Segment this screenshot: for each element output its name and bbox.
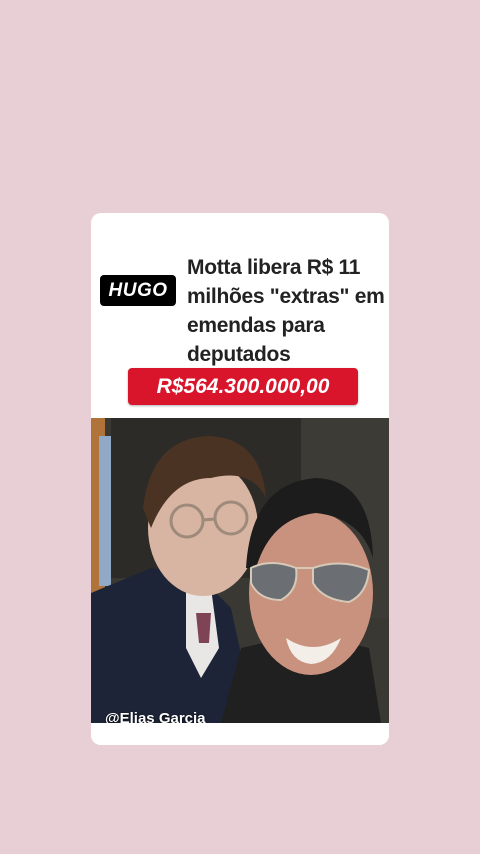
post-header: HUGO Motta libera R$ 11 milhões "extras"…: [91, 213, 389, 418]
post-photo[interactable]: @Elias Garcia: [91, 418, 389, 723]
post-card[interactable]: HUGO Motta libera R$ 11 milhões "extras"…: [91, 213, 389, 745]
headline: Motta libera R$ 11 milhões "extras" em e…: [187, 256, 385, 366]
card-footer: [91, 723, 389, 745]
photo-illustration: [91, 418, 389, 723]
name-badge: HUGO: [100, 275, 176, 306]
amount-banner: R$564.300.000,00: [128, 368, 358, 405]
photo-credit: @Elias Garcia: [105, 710, 206, 723]
